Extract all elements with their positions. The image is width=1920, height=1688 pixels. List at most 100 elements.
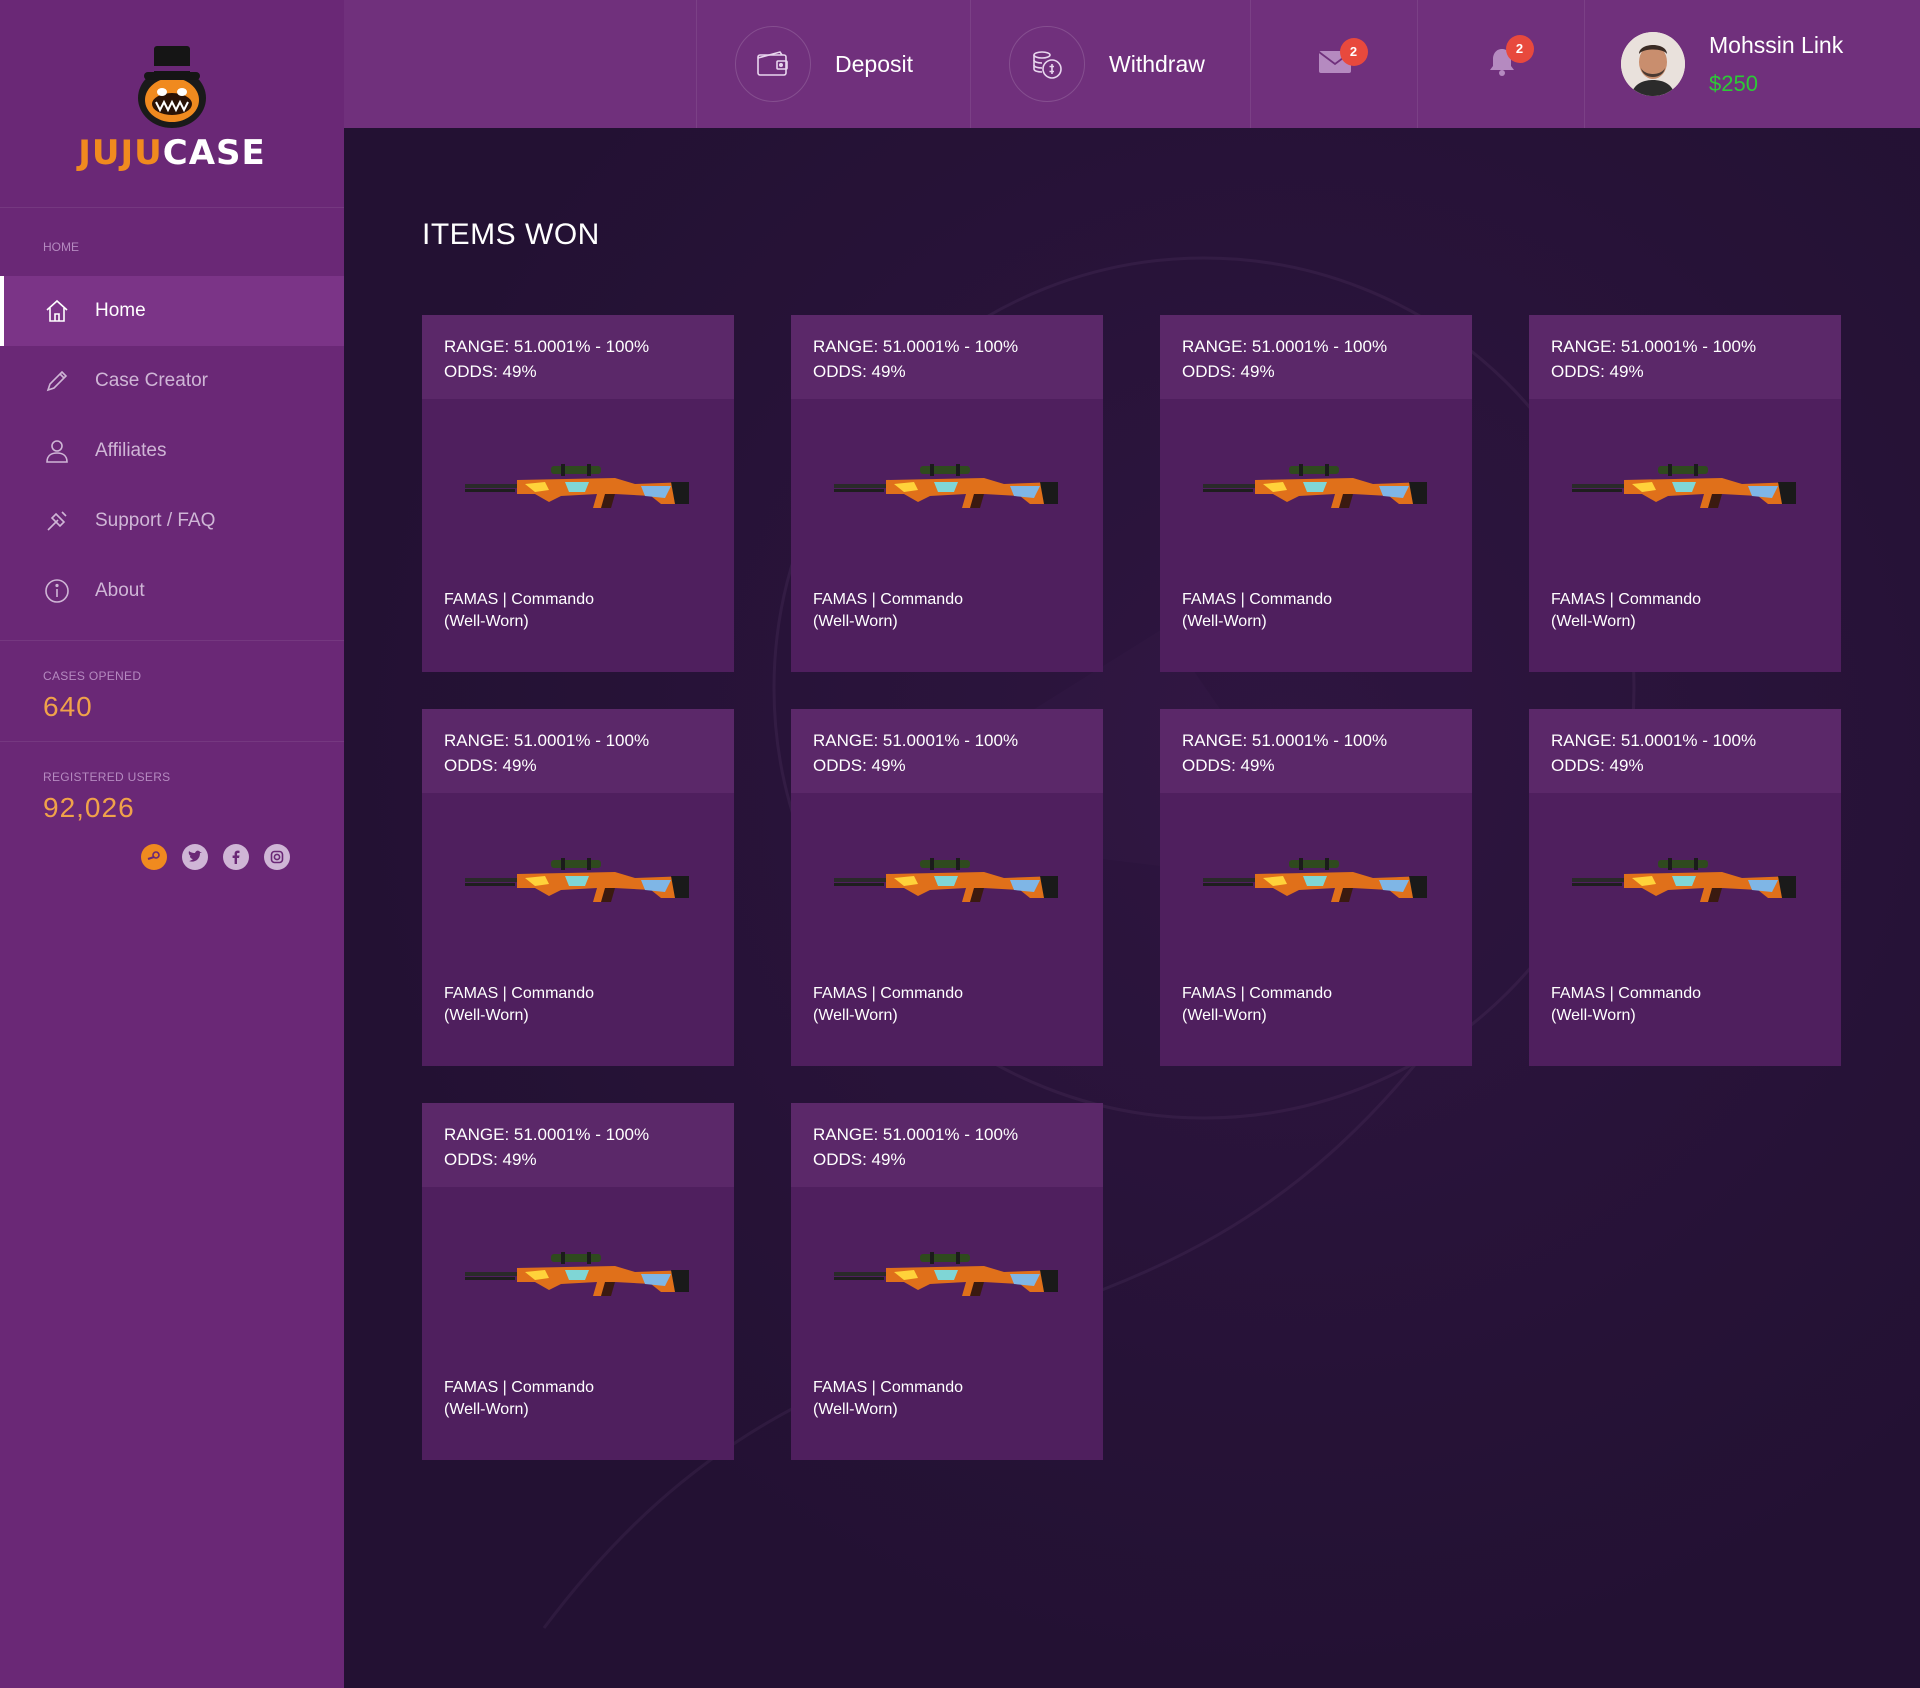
info-icon [43, 577, 71, 605]
item-condition: (Well-Worn) [444, 613, 529, 630]
item-card[interactable]: RANGE: 51.0001% - 100% ODDS: 49% FAMAS |… [791, 315, 1103, 672]
item-card[interactable]: RANGE: 51.0001% - 100% ODDS: 49% FAMAS |… [1529, 709, 1841, 1066]
item-odds: ODDS: 49% [444, 1150, 537, 1169]
stat-registered-users: REGISTERED USERS 92,026 [0, 741, 344, 888]
item-image [791, 399, 1103, 589]
rifle-icon [834, 464, 1058, 508]
item-image [422, 399, 734, 589]
rifle-icon [1203, 464, 1427, 508]
sidebar-item-home[interactable]: Home [0, 276, 344, 346]
item-range: RANGE: 51.0001% - 100% [1551, 337, 1757, 356]
notifications-badge: 2 [1505, 34, 1534, 63]
item-odds: ODDS: 49% [444, 756, 537, 775]
item-odds: ODDS: 49% [813, 1150, 906, 1169]
item-image [422, 1187, 734, 1377]
sidebar-item-label: Case Creator [95, 370, 208, 391]
item-condition: (Well-Worn) [444, 1401, 529, 1418]
withdraw-label: Withdraw [1109, 50, 1205, 77]
sidebar-item-label: Home [95, 300, 146, 321]
item-condition: (Well-Worn) [1182, 1007, 1267, 1024]
sidebar-item-about[interactable]: About [0, 556, 344, 626]
page-title: ITEMS WON [422, 218, 600, 251]
item-range: RANGE: 51.0001% - 100% [813, 1125, 1019, 1144]
item-range: RANGE: 51.0001% - 100% [444, 1125, 650, 1144]
item-card[interactable]: RANGE: 51.0001% - 100% ODDS: 49% FAMAS |… [1529, 315, 1841, 672]
sidebar: JUJUCASE HOME Home Case Creator Affiliat… [0, 0, 344, 1688]
user-info: Mohssin Link $250 [1709, 32, 1843, 97]
notifications-button[interactable]: 2 [1417, 0, 1585, 128]
item-card-header: RANGE: 51.0001% - 100% ODDS: 49% [1529, 709, 1841, 793]
item-title: FAMAS | Commando [813, 985, 963, 1002]
avatar[interactable] [1621, 32, 1685, 96]
sidebar-item-case-creator[interactable]: Case Creator [0, 346, 344, 416]
pencil-icon [43, 367, 71, 395]
messages-badge: 2 [1339, 37, 1368, 66]
item-card[interactable]: RANGE: 51.0001% - 100% ODDS: 49% FAMAS |… [422, 709, 734, 1066]
item-image [791, 1187, 1103, 1377]
item-odds: ODDS: 49% [1182, 756, 1275, 775]
stat-label: CASES OPENED [43, 669, 142, 683]
coins-icon [1009, 26, 1085, 102]
rifle-icon [465, 858, 689, 902]
wallet-icon [735, 26, 811, 102]
support-icon [43, 507, 71, 535]
item-card[interactable]: RANGE: 51.0001% - 100% ODDS: 49% FAMAS |… [791, 709, 1103, 1066]
item-card-header: RANGE: 51.0001% - 100% ODDS: 49% [1160, 315, 1472, 399]
item-odds: ODDS: 49% [813, 362, 906, 381]
messages-button[interactable]: 2 [1250, 0, 1418, 128]
item-range: RANGE: 51.0001% - 100% [813, 337, 1019, 356]
sidebar-item-label: Affiliates [95, 440, 167, 461]
steam-icon[interactable] [141, 844, 167, 870]
item-image [422, 793, 734, 983]
item-range: RANGE: 51.0001% - 100% [1182, 731, 1388, 750]
rifle-icon [465, 1252, 689, 1296]
rifle-icon [1203, 858, 1427, 902]
social-links [141, 844, 344, 870]
rifle-icon [1572, 858, 1796, 902]
item-name: FAMAS | Commando (Well-Worn) [422, 589, 734, 633]
item-card[interactable]: RANGE: 51.0001% - 100% ODDS: 49% FAMAS |… [1160, 709, 1472, 1066]
top-bar: Deposit Withdraw 2 2 Mohssin Link $250 [344, 0, 1920, 128]
item-title: FAMAS | Commando [444, 1379, 594, 1396]
item-card-header: RANGE: 51.0001% - 100% ODDS: 49% [791, 709, 1103, 793]
logo-mascot-icon [138, 45, 206, 128]
brand-part-2: CASE [162, 132, 266, 173]
item-name: FAMAS | Commando (Well-Worn) [1529, 983, 1841, 1027]
stat-value: 92,026 [43, 792, 135, 823]
logo[interactable]: JUJUCASE [0, 0, 344, 208]
item-card[interactable]: RANGE: 51.0001% - 100% ODDS: 49% FAMAS |… [422, 315, 734, 672]
item-title: FAMAS | Commando [444, 591, 594, 608]
facebook-icon[interactable] [223, 844, 249, 870]
sidebar-item-support[interactable]: Support / FAQ [0, 486, 344, 556]
item-name: FAMAS | Commando (Well-Worn) [1160, 589, 1472, 633]
deposit-button[interactable]: Deposit [696, 0, 970, 128]
item-card-header: RANGE: 51.0001% - 100% ODDS: 49% [1160, 709, 1472, 793]
item-name: FAMAS | Commando (Well-Worn) [1529, 589, 1841, 633]
item-card-header: RANGE: 51.0001% - 100% ODDS: 49% [791, 1103, 1103, 1187]
item-card[interactable]: RANGE: 51.0001% - 100% ODDS: 49% FAMAS |… [791, 1103, 1103, 1460]
item-range: RANGE: 51.0001% - 100% [1182, 337, 1388, 356]
user-profile[interactable]: Mohssin Link $250 [1584, 0, 1920, 128]
item-card-header: RANGE: 51.0001% - 100% ODDS: 49% [422, 1103, 734, 1187]
sidebar-item-label: About [95, 580, 145, 601]
item-condition: (Well-Worn) [813, 1007, 898, 1024]
stat-cases-opened: CASES OPENED 640 [0, 640, 344, 741]
item-card[interactable]: RANGE: 51.0001% - 100% ODDS: 49% FAMAS |… [1160, 315, 1472, 672]
item-odds: ODDS: 49% [1551, 362, 1644, 381]
sidebar-item-affiliates[interactable]: Affiliates [0, 416, 344, 486]
item-name: FAMAS | Commando (Well-Worn) [791, 1377, 1103, 1421]
item-image [1160, 399, 1472, 589]
item-condition: (Well-Worn) [813, 613, 898, 630]
messages-icon-wrap: 2 [1317, 37, 1368, 79]
withdraw-button[interactable]: Withdraw [970, 0, 1250, 128]
item-odds: ODDS: 49% [444, 362, 537, 381]
item-condition: (Well-Worn) [1182, 613, 1267, 630]
rifle-icon [465, 464, 689, 508]
rifle-icon [834, 858, 1058, 902]
item-card[interactable]: RANGE: 51.0001% - 100% ODDS: 49% FAMAS |… [422, 1103, 734, 1460]
items-grid: RANGE: 51.0001% - 100% ODDS: 49% FAMAS |… [422, 315, 1841, 1460]
twitter-icon[interactable] [182, 844, 208, 870]
item-condition: (Well-Worn) [813, 1401, 898, 1418]
instagram-icon[interactable] [264, 844, 290, 870]
item-image [1529, 793, 1841, 983]
